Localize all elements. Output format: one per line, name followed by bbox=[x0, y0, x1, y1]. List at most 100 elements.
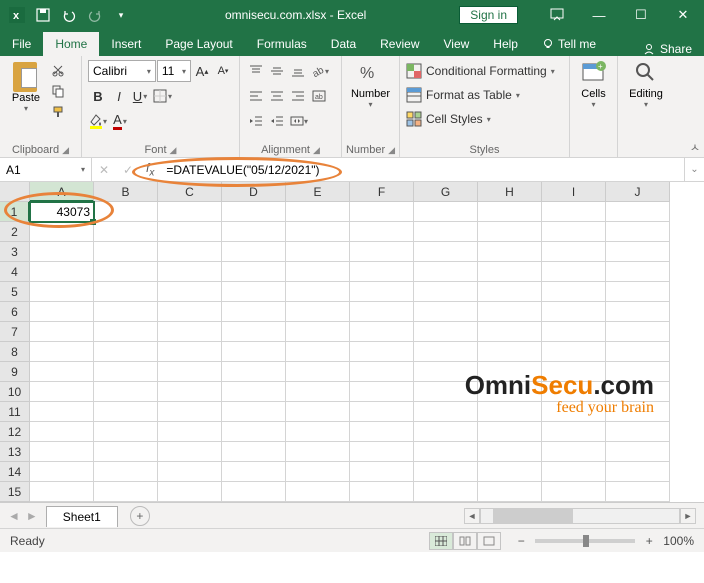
font-launcher-icon[interactable]: ◢ bbox=[170, 145, 177, 156]
cell[interactable] bbox=[158, 342, 222, 362]
row-header[interactable]: 11 bbox=[0, 402, 30, 422]
row-header[interactable]: 1 bbox=[0, 202, 30, 222]
view-page-layout-button[interactable] bbox=[453, 532, 477, 550]
cell[interactable] bbox=[286, 442, 350, 462]
cell[interactable] bbox=[94, 242, 158, 262]
merge-button[interactable]: ▾ bbox=[288, 110, 310, 132]
cells-button[interactable]: + Cells ▾ bbox=[576, 60, 611, 142]
cell[interactable] bbox=[30, 402, 94, 422]
cell[interactable] bbox=[606, 442, 670, 462]
cell-styles-button[interactable]: Cell Styles▾ bbox=[406, 108, 563, 130]
cell[interactable] bbox=[542, 442, 606, 462]
cell[interactable] bbox=[542, 282, 606, 302]
formula-bar[interactable]: =DATEVALUE("05/12/2021") bbox=[160, 163, 684, 177]
cell[interactable] bbox=[158, 482, 222, 502]
cell[interactable] bbox=[222, 242, 286, 262]
row-header[interactable]: 15 bbox=[0, 482, 30, 502]
cell[interactable] bbox=[222, 402, 286, 422]
hscroll-track[interactable] bbox=[480, 508, 680, 524]
cell[interactable] bbox=[286, 282, 350, 302]
cell[interactable] bbox=[94, 282, 158, 302]
cell[interactable] bbox=[606, 282, 670, 302]
row-header[interactable]: 7 bbox=[0, 322, 30, 342]
cell[interactable] bbox=[30, 382, 94, 402]
cell[interactable] bbox=[542, 322, 606, 342]
cell[interactable] bbox=[94, 382, 158, 402]
cell[interactable] bbox=[222, 222, 286, 242]
cell[interactable] bbox=[478, 262, 542, 282]
tab-review[interactable]: Review bbox=[368, 32, 431, 56]
cell[interactable] bbox=[606, 422, 670, 442]
cell[interactable] bbox=[30, 222, 94, 242]
maximize-button[interactable]: ☐ bbox=[620, 0, 662, 30]
tab-help[interactable]: Help bbox=[481, 32, 530, 56]
cell[interactable] bbox=[286, 382, 350, 402]
cell[interactable] bbox=[350, 402, 414, 422]
decrease-font-button[interactable]: A▾ bbox=[213, 60, 233, 82]
align-right-button[interactable] bbox=[288, 85, 308, 107]
cell[interactable] bbox=[350, 482, 414, 502]
editing-button[interactable]: Editing ▾ bbox=[624, 60, 668, 142]
cell[interactable] bbox=[94, 262, 158, 282]
align-left-button[interactable] bbox=[246, 85, 266, 107]
cell[interactable] bbox=[222, 342, 286, 362]
column-header[interactable]: D bbox=[222, 182, 286, 202]
cell[interactable] bbox=[286, 242, 350, 262]
cell[interactable] bbox=[158, 402, 222, 422]
cell[interactable] bbox=[286, 302, 350, 322]
cell[interactable] bbox=[414, 322, 478, 342]
cell[interactable] bbox=[158, 322, 222, 342]
conditional-formatting-button[interactable]: Conditional Formatting▾ bbox=[406, 60, 563, 82]
save-icon[interactable] bbox=[32, 4, 54, 26]
wrap-text-button[interactable]: ab bbox=[309, 85, 329, 107]
cell[interactable] bbox=[222, 422, 286, 442]
column-header[interactable]: B bbox=[94, 182, 158, 202]
format-as-table-button[interactable]: Format as Table▾ bbox=[406, 84, 563, 106]
cell[interactable] bbox=[94, 202, 158, 222]
cell[interactable] bbox=[350, 422, 414, 442]
cell[interactable] bbox=[606, 462, 670, 482]
cell[interactable] bbox=[542, 482, 606, 502]
cell[interactable] bbox=[350, 222, 414, 242]
view-normal-button[interactable] bbox=[429, 532, 453, 550]
cell[interactable] bbox=[414, 242, 478, 262]
expand-formula-bar-button[interactable]: ⌄ bbox=[684, 158, 704, 181]
italic-button[interactable]: I bbox=[109, 85, 129, 107]
cell[interactable] bbox=[158, 362, 222, 382]
cell[interactable] bbox=[30, 322, 94, 342]
cell[interactable] bbox=[286, 222, 350, 242]
cell[interactable] bbox=[30, 462, 94, 482]
cell[interactable] bbox=[158, 442, 222, 462]
row-header[interactable]: 14 bbox=[0, 462, 30, 482]
column-header[interactable]: F bbox=[350, 182, 414, 202]
cell[interactable] bbox=[94, 422, 158, 442]
cell[interactable] bbox=[94, 322, 158, 342]
cell[interactable] bbox=[350, 262, 414, 282]
font-color-button[interactable]: A▾ bbox=[110, 110, 130, 132]
cell[interactable] bbox=[606, 322, 670, 342]
cell[interactable] bbox=[414, 202, 478, 222]
cell[interactable] bbox=[158, 222, 222, 242]
cell[interactable] bbox=[94, 362, 158, 382]
cell[interactable] bbox=[542, 422, 606, 442]
zoom-thumb[interactable] bbox=[583, 535, 589, 547]
tab-view[interactable]: View bbox=[432, 32, 482, 56]
cell[interactable] bbox=[158, 422, 222, 442]
increase-font-button[interactable]: A▴ bbox=[192, 60, 212, 82]
column-header[interactable]: A bbox=[30, 182, 94, 202]
bold-button[interactable]: B bbox=[88, 85, 108, 107]
row-header[interactable]: 9 bbox=[0, 362, 30, 382]
cell[interactable] bbox=[30, 482, 94, 502]
view-page-break-button[interactable] bbox=[477, 532, 501, 550]
cell[interactable] bbox=[478, 422, 542, 442]
cell[interactable] bbox=[414, 282, 478, 302]
row-header[interactable]: 5 bbox=[0, 282, 30, 302]
cell[interactable] bbox=[286, 462, 350, 482]
hscroll-right-button[interactable]: ► bbox=[680, 508, 696, 524]
cell[interactable] bbox=[158, 262, 222, 282]
fill-color-button[interactable]: ▾ bbox=[88, 110, 109, 132]
orientation-button[interactable]: ab▾ bbox=[309, 60, 331, 82]
cell[interactable] bbox=[542, 242, 606, 262]
number-launcher-icon[interactable]: ◢ bbox=[388, 145, 395, 156]
underline-button[interactable]: U▾ bbox=[130, 85, 150, 107]
